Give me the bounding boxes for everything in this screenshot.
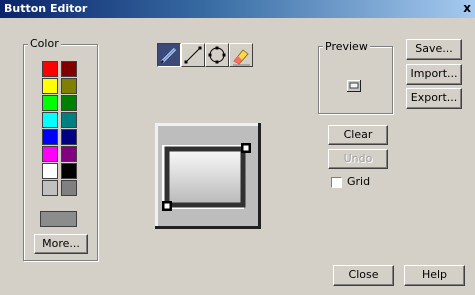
title-bar: Button Editor x (0, 0, 475, 18)
close-button[interactable]: Close (333, 265, 394, 286)
window-title: Button Editor (4, 2, 88, 15)
ellipse-tool[interactable] (205, 43, 229, 67)
color-swatch[interactable] (42, 95, 58, 111)
color-swatch[interactable] (42, 61, 58, 77)
color-swatch[interactable] (61, 61, 77, 77)
color-swatch[interactable] (61, 180, 77, 196)
color-swatch[interactable] (61, 129, 77, 145)
grid-label: Grid (347, 175, 371, 188)
color-group-label: Color (28, 37, 61, 50)
color-swatch[interactable] (61, 146, 77, 162)
eraser-icon (233, 49, 250, 66)
current-color-swatch (40, 211, 77, 227)
more-colors-button[interactable]: More... (34, 234, 88, 254)
ellipse-icon (208, 46, 226, 64)
import-button[interactable]: Import... (406, 64, 462, 85)
grid-checkbox[interactable] (331, 177, 342, 188)
line-tool[interactable] (181, 43, 205, 67)
color-swatch[interactable] (42, 163, 58, 179)
color-swatch[interactable] (42, 112, 58, 128)
color-swatch[interactable] (61, 95, 77, 111)
save-button[interactable]: Save... (406, 39, 462, 60)
color-swatch[interactable] (61, 112, 77, 128)
export-button[interactable]: Export... (406, 88, 462, 109)
eraser-tool[interactable] (229, 43, 253, 67)
preview-button-icon (347, 80, 361, 92)
preview-label: Preview (323, 40, 370, 53)
color-swatch[interactable] (42, 180, 58, 196)
color-swatch[interactable] (42, 78, 58, 94)
clear-button[interactable]: Clear (328, 125, 388, 145)
close-window-icon[interactable]: x (463, 1, 471, 15)
color-swatch[interactable] (42, 129, 58, 145)
pencil-icon (160, 47, 177, 64)
color-swatch[interactable] (61, 163, 77, 179)
color-swatch[interactable] (42, 146, 58, 162)
button-edit-canvas[interactable] (155, 123, 261, 229)
undo-button: Undo (328, 149, 388, 169)
color-swatch[interactable] (61, 78, 77, 94)
pencil-tool[interactable] (157, 43, 181, 67)
help-button[interactable]: Help (404, 265, 465, 286)
line-icon (184, 46, 202, 64)
